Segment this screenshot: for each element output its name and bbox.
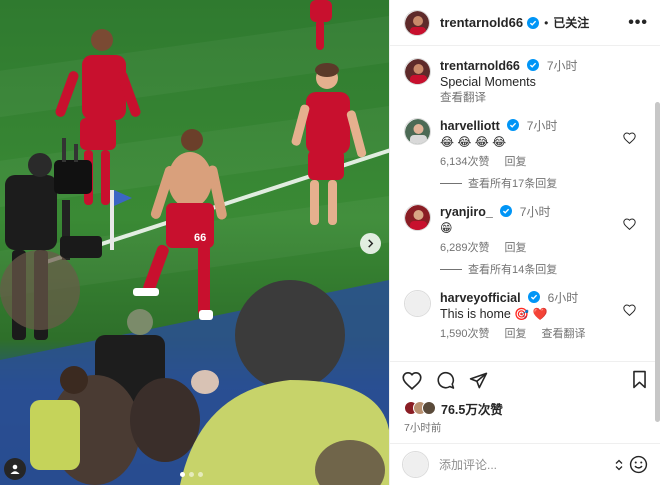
comment-username[interactable]: harveyofficial (440, 291, 521, 305)
caption-text: Special Moments (440, 75, 536, 89)
comment-likes[interactable]: 6,289次赞 (440, 241, 490, 255)
comment-text: 😂 😂 😂 😂 (440, 135, 507, 149)
liker-avatar (422, 401, 436, 415)
view-replies-button[interactable]: 查看所有17条回复 (440, 176, 646, 190)
comment-item: harveyofficial 6小时 This is home 🎯 ❤️ 1,5… (404, 290, 646, 340)
comment-item: ryanjiro_ 7小时 😁 6,289次赞 回复 (404, 204, 646, 254)
comments-scrollbar[interactable] (655, 102, 660, 422)
bookmark-icon (633, 370, 646, 388)
heart-icon (623, 132, 636, 144)
reply-button[interactable]: 回复 (505, 241, 527, 255)
comment-icon (437, 371, 455, 389)
carousel-dot-active (180, 472, 185, 477)
user-tag-icon (10, 464, 20, 474)
heart-icon (623, 218, 636, 230)
save-button[interactable] (631, 370, 648, 389)
author-username[interactable]: trentarnold66 (440, 15, 523, 30)
emoji-picker-button[interactable] (629, 455, 648, 474)
instagram-post-view: 66 trentarnold66 • 已关注 ••• trentarnold66… (0, 0, 660, 485)
verified-icon (527, 16, 540, 29)
share-button[interactable] (469, 371, 488, 390)
post-header: trentarnold66 • 已关注 ••• (390, 0, 660, 46)
next-photo-button[interactable] (360, 233, 381, 254)
comment-avatar[interactable] (404, 118, 431, 145)
caption-translate-link[interactable]: 查看翻译 (440, 90, 646, 106)
post-actions-bar (390, 361, 660, 399)
translate-link[interactable]: 查看翻译 (542, 327, 586, 341)
carousel-dot (198, 472, 203, 477)
post-side-panel: trentarnold66 • 已关注 ••• trentarnold66 7小… (389, 0, 660, 485)
comment-time: 6小时 (547, 291, 579, 305)
comment-item: harvelliott 7小时 😂 😂 😂 😂 6,134次赞 回复 (404, 118, 646, 168)
more-options-button[interactable]: ••• (628, 14, 648, 31)
view-replies-label: 查看所有17条回复 (468, 178, 558, 190)
chevron-right-icon (368, 239, 374, 248)
celebration-photo: 66 (0, 0, 389, 485)
comment-input[interactable]: 添加评论... (439, 456, 615, 473)
comment-text: 😁 (440, 221, 453, 235)
likes-count[interactable]: 76.5万次赞 (441, 399, 503, 418)
stepper-arrows-icon (615, 459, 623, 470)
viewer-avatar (402, 451, 429, 478)
like-post-button[interactable] (402, 371, 422, 390)
caption-time: 7小时 (546, 59, 578, 73)
comments-list[interactable]: trentarnold66 7小时 Special Moments 查看翻译 h… (390, 46, 660, 422)
comment-username[interactable]: harvelliott (440, 119, 500, 133)
carousel-dot (189, 472, 194, 477)
comment-likes[interactable]: 6,134次赞 (440, 155, 490, 169)
verified-icon (527, 59, 540, 71)
author-avatar[interactable] (404, 9, 430, 36)
comment-time: 7小时 (526, 119, 558, 133)
like-comment-button[interactable] (623, 304, 636, 316)
like-comment-button[interactable] (623, 132, 636, 144)
comment-avatar[interactable] (404, 204, 431, 231)
view-replies-button[interactable]: 查看所有14条回复 (440, 262, 646, 276)
post-caption: trentarnold66 7小时 Special Moments 查看翻译 (404, 58, 646, 106)
likes-summary[interactable]: 76.5万次赞 (390, 399, 660, 417)
view-replies-label: 查看所有14条回复 (468, 264, 558, 276)
comment-avatar[interactable] (404, 290, 431, 317)
comment-emoji: 🎯 ❤️ (514, 307, 548, 321)
comment-text: This is home (440, 307, 511, 321)
comment-time: 7小时 (519, 205, 551, 219)
add-comment-bar: 添加评论... (390, 443, 660, 485)
header-separator: • (544, 15, 549, 30)
liker-avatars (404, 401, 436, 415)
post-timestamp: 7小时前 (404, 422, 442, 434)
verified-icon (507, 119, 520, 131)
verified-icon (500, 205, 513, 217)
carousel-indicator (180, 472, 203, 477)
user-tags-button[interactable] (4, 458, 26, 480)
share-icon (469, 372, 488, 389)
comment-likes[interactable]: 1,590次赞 (440, 327, 490, 341)
reply-button[interactable]: 回复 (505, 155, 527, 169)
following-button[interactable]: 已关注 (553, 14, 589, 31)
heart-icon (402, 371, 422, 390)
caption-username[interactable]: trentarnold66 (440, 59, 520, 73)
svg-text:66: 66 (194, 232, 206, 244)
comment-username[interactable]: ryanjiro_ (440, 205, 493, 219)
like-comment-button[interactable] (623, 218, 636, 230)
scroll-stepper[interactable] (615, 459, 623, 471)
comment-button[interactable] (436, 371, 455, 390)
reply-button[interactable]: 回复 (505, 327, 527, 341)
post-media-photo[interactable]: 66 (0, 0, 389, 485)
emoji-icon (629, 455, 648, 474)
caption-avatar[interactable] (404, 58, 431, 85)
verified-icon (528, 291, 541, 303)
heart-icon (623, 304, 636, 316)
